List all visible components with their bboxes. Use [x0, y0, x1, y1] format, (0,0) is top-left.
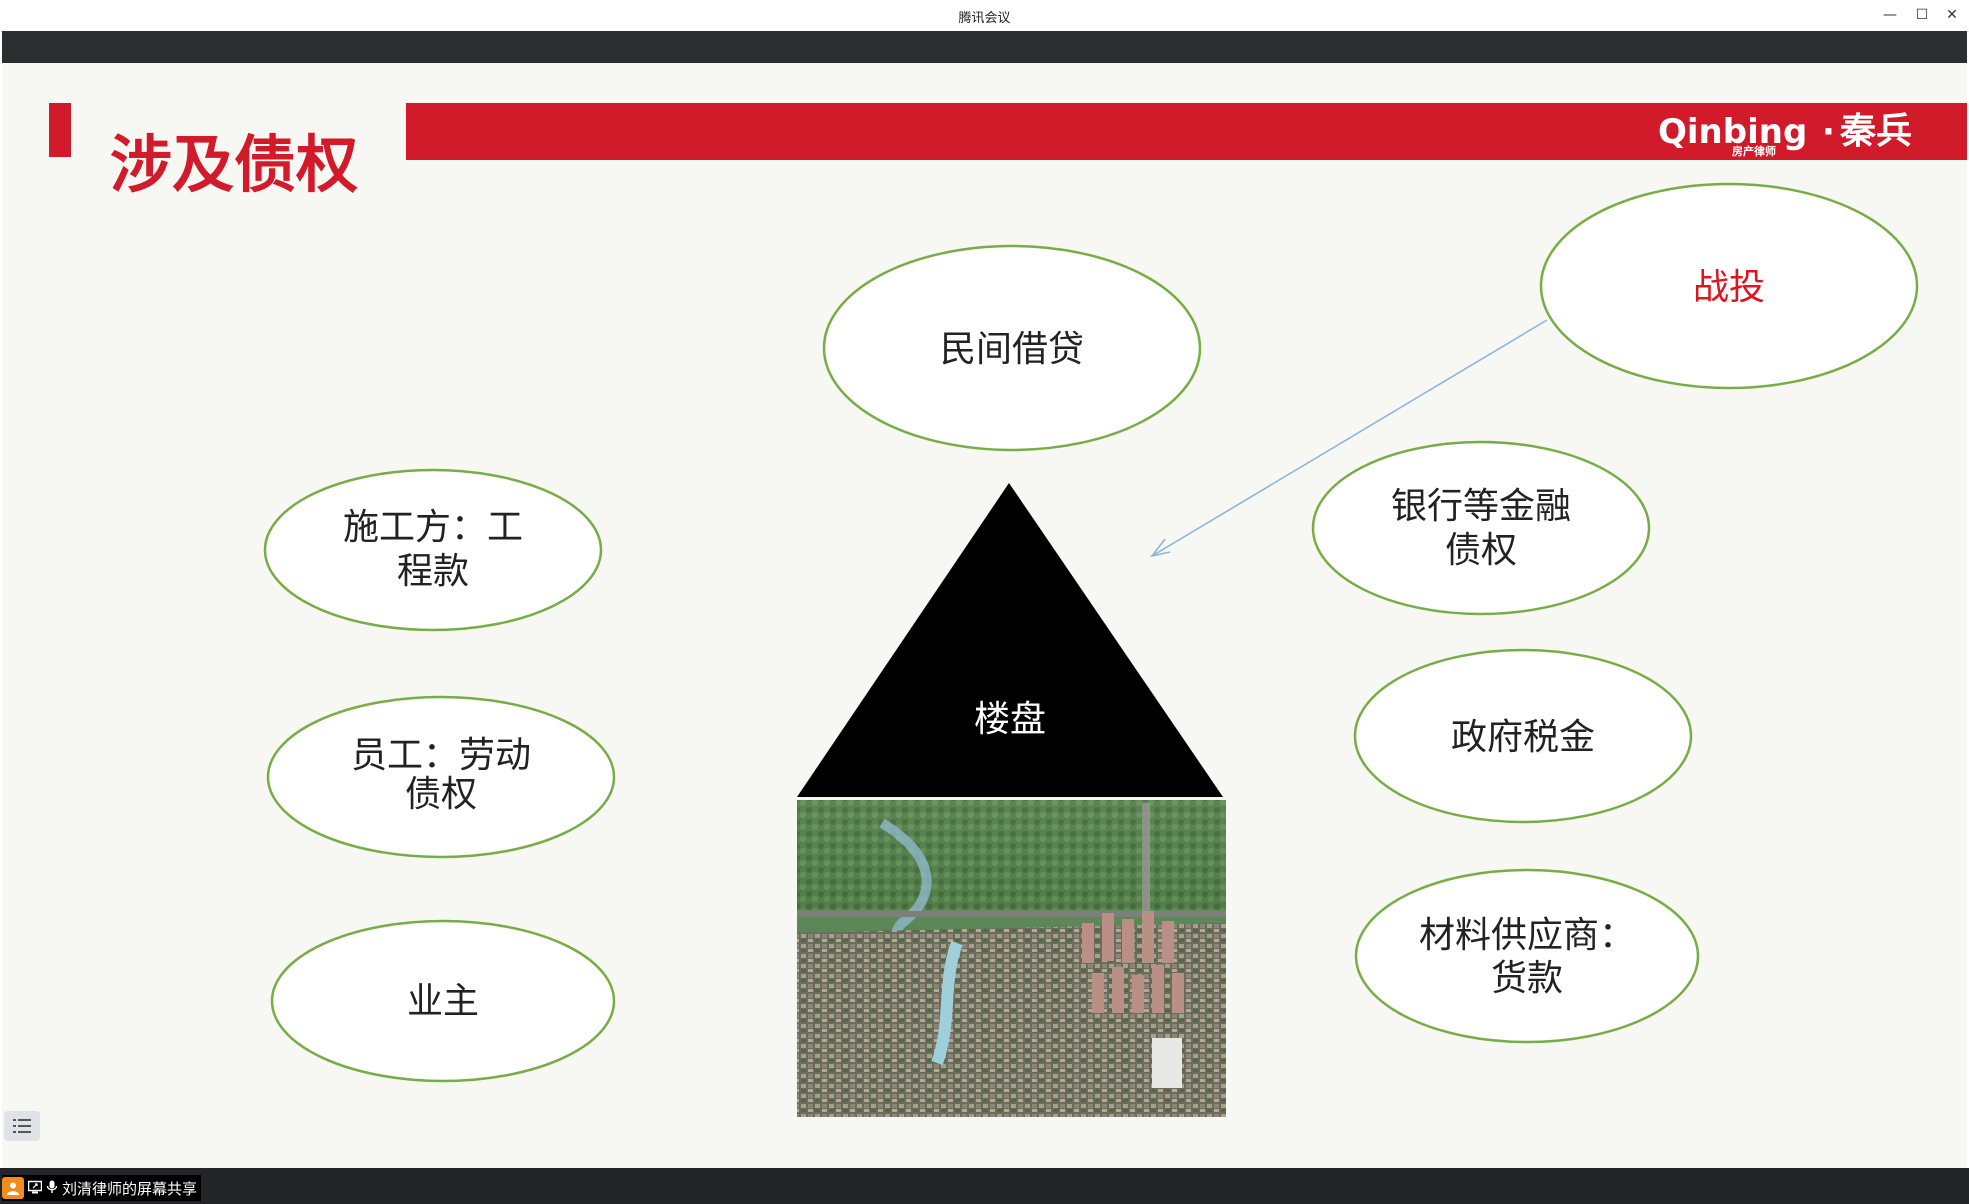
minimize-icon[interactable]: —: [1876, 3, 1904, 27]
slide-canvas: 涉及债权 Qinbing · 秦兵 房产律师 民间借贷 战投 银行等金融 债权 …: [49, 103, 1967, 1117]
ellipse-supplier-line1: 材料供应商：: [1419, 915, 1635, 956]
ellipse-bank: 银行等金融 债权: [1311, 440, 1651, 616]
window-titlebar: 腾讯会议 — ☐ ✕: [0, 0, 1969, 32]
ellipse-employee-line2: 债权: [405, 774, 477, 815]
estate-photo: [797, 800, 1226, 1117]
ellipse-tax-line1: 政府税金: [1451, 717, 1595, 758]
maximize-icon[interactable]: ☐: [1908, 3, 1936, 27]
user-icon: [2, 1177, 24, 1199]
slide-title: 涉及债权: [110, 128, 358, 201]
ellipse-minjian-line1: 民间借贷: [940, 329, 1084, 370]
ellipse-bank-line1: 银行等金融: [1391, 486, 1571, 527]
ellipse-employee: 员工：劳动 债权: [266, 695, 616, 859]
ellipse-zhantou-line1: 战投: [1693, 267, 1765, 308]
toc-list-icon[interactable]: [4, 1111, 40, 1141]
brand-logo-sub: 房产律师: [1732, 144, 1776, 158]
ellipse-tax: 政府税金: [1353, 648, 1693, 824]
share-label: 刘清律师的屏幕共享: [62, 1179, 198, 1198]
ellipse-bank-line2: 债权: [1445, 530, 1517, 571]
close-icon[interactable]: ✕: [1938, 3, 1966, 27]
window-title: 腾讯会议: [958, 11, 1011, 26]
screen-share-indicator[interactable]: 刘清律师的屏幕共享: [2, 1175, 202, 1201]
brand-logo-cn: 秦兵: [1839, 111, 1912, 152]
ellipse-contractor-line1: 施工方：工: [343, 507, 523, 548]
meeting-bottom-bar: [0, 1168, 1969, 1204]
ellipse-supplier: 材料供应商： 货款: [1354, 868, 1700, 1044]
screen-share-icon: [27, 1179, 43, 1198]
center-label: 楼盘: [974, 699, 1046, 740]
ellipse-contractor-line2: 程款: [397, 551, 469, 592]
brand-logo-dot: ·: [1822, 112, 1835, 152]
ellipse-employee-line1: 员工：劳动: [351, 735, 531, 776]
ellipse-owner-line1: 业主: [407, 981, 479, 1022]
ellipse-contractor: 施工方：工 程款: [263, 468, 603, 632]
ellipse-owner: 业主: [270, 919, 616, 1083]
roof-triangle: [797, 483, 1223, 797]
ellipse-zhantou: 战投: [1539, 182, 1919, 390]
ellipse-minjian: 民间借贷: [822, 244, 1202, 452]
title-accent-bar: [49, 103, 71, 157]
ellipse-supplier-line2: 货款: [1491, 958, 1563, 999]
meeting-toolbar-strip: [2, 31, 1967, 63]
shared-slide: 涉及债权 Qinbing · 秦兵 房产律师 民间借贷 战投 银行等金融 债权 …: [2, 63, 1967, 1168]
microphone-icon: [46, 1179, 58, 1198]
